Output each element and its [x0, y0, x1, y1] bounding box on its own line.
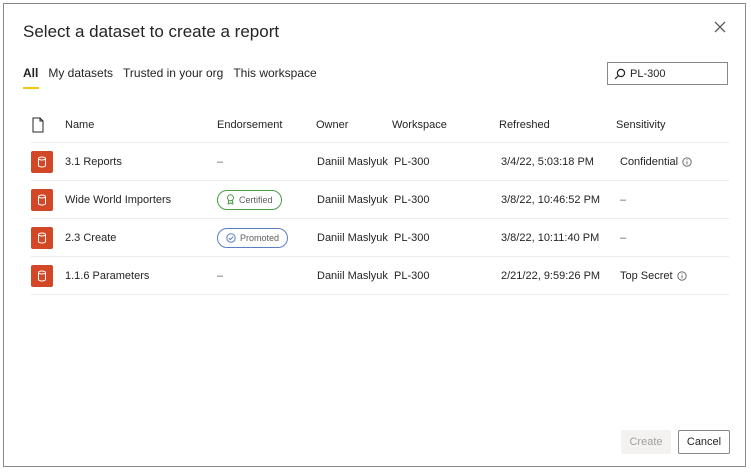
- owner-value: Daniil Maslyuk: [317, 231, 388, 244]
- refreshed-value: 3/8/22, 10:46:52 PM: [501, 193, 601, 206]
- create-button[interactable]: Create: [621, 430, 671, 454]
- dataset-name: 2.3 Create: [65, 231, 117, 244]
- refreshed-value: 3/4/22, 5:03:18 PM: [501, 155, 594, 168]
- refreshed-value: 2/21/22, 9:59:26 PM: [501, 269, 601, 282]
- workspace-value: PL-300: [394, 155, 430, 168]
- sensitivity-value: Top Secret: [620, 269, 673, 282]
- endorsement-value: –: [217, 269, 224, 282]
- endorsement-value: Certified: [239, 194, 273, 205]
- column-header-refreshed[interactable]: Refreshed: [499, 108, 550, 142]
- promoted-badge: Promoted: [217, 227, 289, 248]
- select-dataset-dialog: Select a dataset to create a report All …: [3, 3, 746, 467]
- search-box[interactable]: [607, 62, 728, 85]
- sensitivity-value: Confidential: [620, 155, 679, 168]
- filter-tabs: All My datasets Trusted in your org This…: [23, 66, 317, 89]
- endorsement-value: –: [217, 155, 224, 168]
- dataset-name: Wide World Importers: [65, 193, 172, 206]
- workspace-value: PL-300: [394, 193, 430, 206]
- endorsement-cell: Certified: [217, 181, 282, 218]
- table-row[interactable]: Wide World Importers Certified Daniil Ma…: [31, 181, 729, 219]
- search-icon: [614, 68, 626, 79]
- dataset-icon: [31, 226, 53, 249]
- owner-value: Daniil Maslyuk: [317, 193, 388, 206]
- column-header-endorsement[interactable]: Endorsement: [217, 108, 282, 142]
- table-row[interactable]: 3.1 Reports – Daniil Maslyuk PL-300 3/4/…: [31, 143, 729, 181]
- endorsement-value: Promoted: [240, 232, 280, 243]
- refreshed-value: 3/8/22, 10:11:40 PM: [501, 231, 600, 244]
- workspace-value: PL-300: [394, 231, 430, 244]
- dataset-icon: [31, 188, 53, 211]
- owner-value: Daniil Maslyuk: [317, 269, 388, 282]
- certified-badge: Certified: [217, 189, 282, 210]
- tab-my-datasets[interactable]: My datasets: [48, 66, 113, 86]
- column-header-workspace[interactable]: Workspace: [392, 108, 447, 142]
- tab-trusted-in-your-org[interactable]: Trusted in your org: [123, 66, 223, 86]
- dialog-title: Select a dataset to create a report: [23, 22, 280, 41]
- tab-all[interactable]: All: [23, 66, 40, 89]
- close-icon[interactable]: [711, 18, 729, 36]
- column-header-name[interactable]: Name: [65, 108, 94, 142]
- tab-this-workspace[interactable]: This workspace: [233, 66, 316, 86]
- column-header-owner[interactable]: Owner: [316, 108, 348, 142]
- sensitivity-cell: Top Secret: [620, 257, 687, 294]
- cancel-button[interactable]: Cancel: [678, 430, 730, 454]
- dataset-table: Name Endorsement Owner Workspace Refresh…: [31, 108, 729, 295]
- column-header-sensitivity[interactable]: Sensitivity: [616, 108, 666, 142]
- table-header: Name Endorsement Owner Workspace Refresh…: [31, 108, 729, 143]
- promoted-icon: [226, 232, 236, 243]
- document-icon: [31, 108, 55, 142]
- owner-value: Daniil Maslyuk: [317, 155, 388, 168]
- workspace-value: PL-300: [394, 269, 430, 282]
- table-row[interactable]: 2.3 Create Promoted Daniil Maslyuk PL-30…: [31, 219, 729, 257]
- info-icon[interactable]: [682, 156, 692, 167]
- dataset-name: 3.1 Reports: [65, 155, 122, 168]
- dataset-name: 1.1.6 Parameters: [65, 269, 150, 282]
- endorsement-cell: Promoted: [217, 219, 289, 256]
- sensitivity-value: –: [620, 231, 627, 244]
- dataset-icon: [31, 264, 53, 287]
- certified-icon: [227, 194, 234, 205]
- table-row[interactable]: 1.1.6 Parameters – Daniil Maslyuk PL-300…: [31, 257, 729, 295]
- sensitivity-cell: Confidential: [620, 143, 692, 180]
- search-input[interactable]: [630, 67, 720, 80]
- sensitivity-value: –: [620, 193, 627, 206]
- dataset-icon: [31, 150, 53, 173]
- info-icon[interactable]: [676, 270, 687, 281]
